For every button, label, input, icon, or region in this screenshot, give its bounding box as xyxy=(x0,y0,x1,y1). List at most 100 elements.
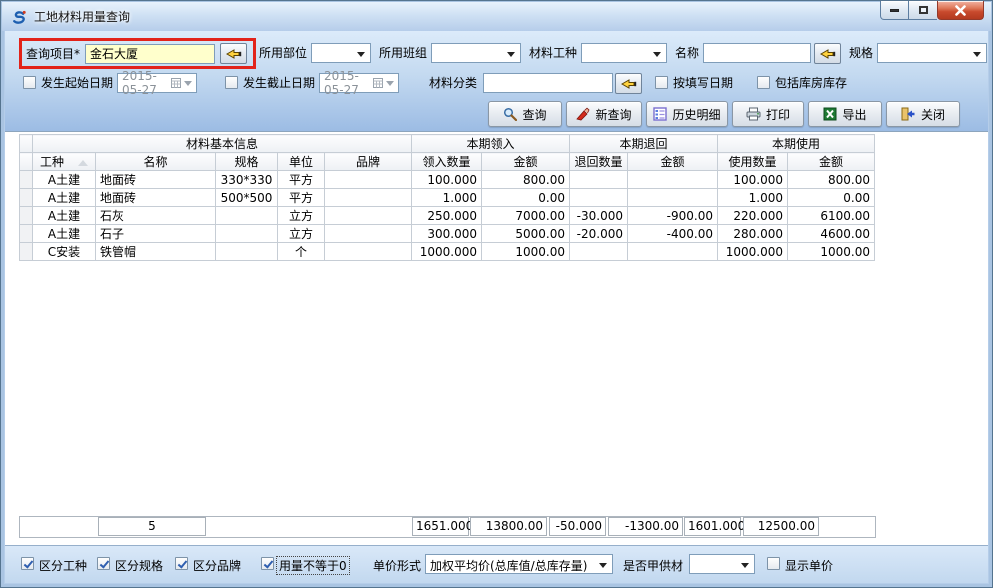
location-label: 所用部位 xyxy=(259,43,307,63)
hand-picker-icon xyxy=(621,78,637,90)
end-date-label: 发生截止日期 xyxy=(243,73,315,93)
cell: 个 xyxy=(278,243,325,261)
cell: 300.000 xyxy=(412,225,482,243)
col-header-recv-amt[interactable]: 金额 xyxy=(482,153,570,171)
name-label: 名称 xyxy=(675,43,699,63)
cell: 立方 xyxy=(278,207,325,225)
sort-asc-icon xyxy=(78,160,88,166)
cell xyxy=(216,243,278,261)
cell: 5000.00 xyxy=(482,225,570,243)
group-basic-info: 材料基本信息 xyxy=(33,135,412,153)
price-form-combo[interactable]: 加权平均价(总库值/总库存量) xyxy=(425,554,613,574)
distinguish-spec-checkbox[interactable] xyxy=(97,557,110,570)
col-header-ret-qty[interactable]: 退回数量 xyxy=(570,153,628,171)
location-combo[interactable] xyxy=(311,43,371,63)
table-row[interactable]: A土建石灰立方250.0007000.00-30.000-900.00220.0… xyxy=(20,207,875,225)
minimize-button[interactable] xyxy=(880,1,909,20)
col-header-unit[interactable]: 单位 xyxy=(278,153,325,171)
cell: A土建 xyxy=(33,207,96,225)
col-header-use-amt[interactable]: 金额 xyxy=(788,153,875,171)
category-picker-button[interactable] xyxy=(615,73,642,94)
project-picker-button[interactable] xyxy=(220,43,247,64)
history-detail-button-label: 历史明细 xyxy=(672,106,720,123)
material-type-label: 材料工种 xyxy=(529,43,577,63)
title-bar[interactable]: 工地材料用量查询 xyxy=(2,2,991,31)
name-picker-button[interactable] xyxy=(814,43,841,64)
row-selector[interactable] xyxy=(20,207,33,225)
table-row[interactable]: A土建石子立方300.0005000.00-20.000-400.00280.0… xyxy=(20,225,875,243)
maximize-button[interactable] xyxy=(909,1,937,20)
spec-combo[interactable] xyxy=(877,43,987,63)
col-header-use-qty[interactable]: 使用数量 xyxy=(718,153,788,171)
col-header-brand[interactable]: 品牌 xyxy=(325,153,412,171)
distinguish-worktype-checkbox[interactable] xyxy=(21,557,34,570)
cell: A土建 xyxy=(33,189,96,207)
row-selector[interactable] xyxy=(20,243,33,261)
cell: 7000.00 xyxy=(482,207,570,225)
cell xyxy=(325,171,412,189)
material-type-combo[interactable] xyxy=(581,43,667,63)
start-date-checkbox[interactable] xyxy=(23,76,36,89)
row-selector[interactable] xyxy=(20,225,33,243)
group-received: 本期领入 xyxy=(412,135,570,153)
total-use-amt: 12500.00 xyxy=(743,517,819,536)
col-header-name[interactable]: 名称 xyxy=(96,153,216,171)
group-used: 本期使用 xyxy=(718,135,875,153)
show-unit-price-checkbox[interactable] xyxy=(767,557,780,570)
distinguish-brand-checkbox[interactable] xyxy=(175,557,188,570)
cell: 平方 xyxy=(278,189,325,207)
category-input[interactable] xyxy=(483,73,613,93)
col-header-spec[interactable]: 规格 xyxy=(216,153,278,171)
new-query-button[interactable]: 新查询 xyxy=(566,101,642,127)
table-row[interactable]: A土建地面砖500*500平方1.0000.001.0000.00 xyxy=(20,189,875,207)
include-warehouse-label: 包括库房库存 xyxy=(775,73,847,93)
cell xyxy=(570,243,628,261)
group-header-row: 材料基本信息 本期领入 本期退回 本期使用 xyxy=(20,135,875,153)
export-button[interactable]: 导出 xyxy=(808,101,882,127)
team-combo[interactable] xyxy=(431,43,521,63)
cell xyxy=(325,243,412,261)
row-selector[interactable] xyxy=(20,189,33,207)
options-bar: 区分工种 区分规格 区分品牌 用量不等于0 单价形式 加权平均价(总库值/总库存… xyxy=(5,545,988,583)
close-window-button[interactable]: 关闭 xyxy=(886,101,960,127)
row-selector[interactable] xyxy=(20,171,33,189)
show-unit-price-label: 显示单价 xyxy=(785,557,833,574)
cell: -30.000 xyxy=(570,207,628,225)
cell: 地面砖 xyxy=(96,189,216,207)
col-header-ret-amt[interactable]: 金额 xyxy=(628,153,718,171)
close-icon xyxy=(954,5,967,16)
query-button[interactable]: 查询 xyxy=(488,101,562,127)
col-header-worktype[interactable]: 工种 xyxy=(33,153,96,171)
nonzero-usage-checkbox[interactable] xyxy=(261,557,274,570)
total-use-qty: 1601.000 xyxy=(684,517,741,536)
table-row[interactable]: A土建地面砖330*330平方100.000800.00100.000800.0… xyxy=(20,171,875,189)
app-icon xyxy=(11,9,27,25)
cell: 立方 xyxy=(278,225,325,243)
close-window-button-label: 关闭 xyxy=(921,106,945,123)
start-date-field[interactable]: 2015-05-27 xyxy=(117,73,197,93)
end-date-checkbox[interactable] xyxy=(225,76,238,89)
print-button[interactable]: 打印 xyxy=(732,101,804,127)
cell: -900.00 xyxy=(628,207,718,225)
app-window: 工地材料用量查询 查询项目* 所用部位 所用班组 xyxy=(0,0,993,588)
column-header-row: 工种 名称 规格 单位 品牌 领入数量 金额 退回数量 金额 使用数量 金额 xyxy=(20,153,875,171)
total-ret-amt: -1300.00 xyxy=(608,517,683,536)
table-row[interactable]: C安装铁管帽个1000.0001000.001000.0001000.00 xyxy=(20,243,875,261)
end-date-field[interactable]: 2015-05-27 xyxy=(319,73,399,93)
table-body: A土建地面砖330*330平方100.000800.00100.000800.0… xyxy=(20,171,875,261)
cell xyxy=(216,225,278,243)
close-button[interactable] xyxy=(937,1,984,20)
category-label: 材料分类 xyxy=(429,73,477,93)
nonzero-usage-label: 用量不等于0 xyxy=(277,557,349,574)
name-input[interactable] xyxy=(703,43,811,63)
query-button-label: 查询 xyxy=(522,106,546,123)
col-header-recv-qty[interactable]: 领入数量 xyxy=(412,153,482,171)
history-detail-button[interactable]: 历史明细 xyxy=(646,101,728,127)
chevron-down-icon xyxy=(973,52,981,57)
cell: 800.00 xyxy=(482,171,570,189)
supply-combo[interactable] xyxy=(689,554,755,574)
include-warehouse-checkbox[interactable] xyxy=(757,76,770,89)
by-fill-date-checkbox[interactable] xyxy=(655,76,668,89)
cell xyxy=(570,171,628,189)
project-input[interactable] xyxy=(85,44,215,64)
